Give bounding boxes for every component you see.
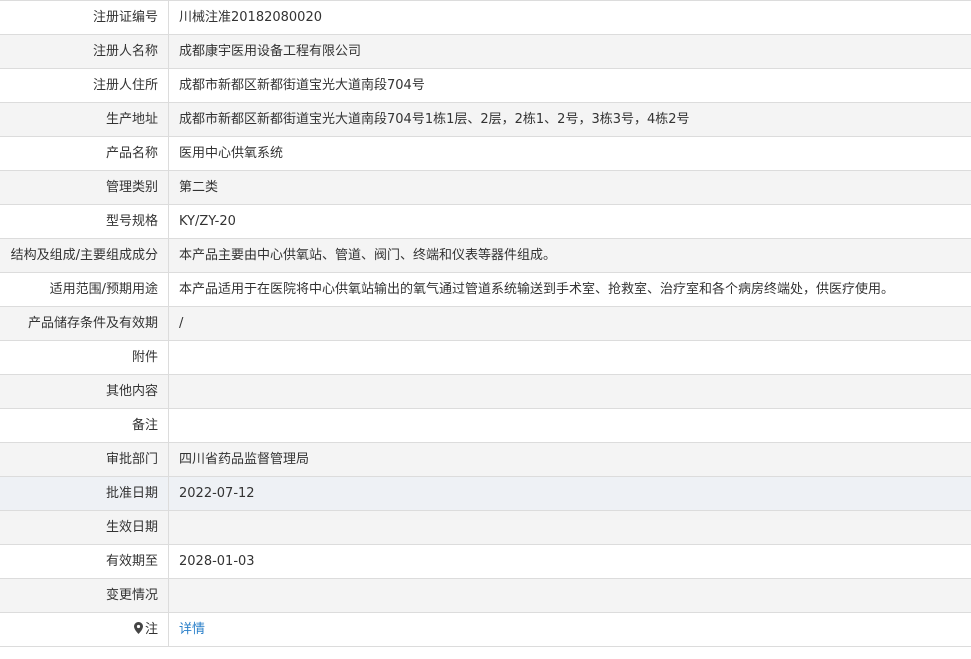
row-label: 管理类别 — [105, 180, 158, 195]
row-value: 医用中心供氧系统 — [179, 146, 284, 161]
row-value: 成都康宇医用设备工程有限公司 — [179, 44, 362, 59]
location-pin-icon — [133, 622, 143, 634]
row-label: 变更情况 — [105, 588, 158, 603]
row-label: 批准日期 — [105, 486, 158, 501]
row-registrant-address: 注册人住所 成都市新都区新都街道宝光大道南段704号 — [0, 69, 971, 103]
row-value — [169, 375, 971, 408]
row-label: 适用范围/预期用途 — [49, 282, 158, 297]
row-label: 审批部门 — [105, 452, 158, 467]
row-value: 成都市新都区新都街道宝光大道南段704号1栋1层、2层，2栋1、2号，3栋3号，… — [179, 112, 690, 127]
row-value: 四川省药品监督管理局 — [179, 452, 310, 467]
row-attachment: 附件 — [0, 341, 971, 375]
row-value — [169, 341, 971, 374]
row-value: 第二类 — [179, 180, 219, 195]
row-label: 产品储存条件及有效期 — [27, 316, 158, 331]
row-label: 注 — [0, 613, 168, 646]
row-label: 有效期至 — [105, 554, 158, 569]
row-effective-date: 生效日期 — [0, 511, 971, 545]
row-approval-date: 批准日期 2022-07-12 — [0, 477, 971, 511]
row-registrant-name: 注册人名称 成都康宇医用设备工程有限公司 — [0, 35, 971, 69]
registration-detail-table: 注册证编号 川械注准20182080020 注册人名称 成都康宇医用设备工程有限… — [0, 0, 971, 647]
row-intended-use: 适用范围/预期用途 本产品适用于在医院将中心供氧站输出的氧气通过管道系统输送到手… — [0, 273, 971, 307]
row-value: 本产品适用于在医院将中心供氧站输出的氧气通过管道系统输送到手术室、抢救室、治疗室… — [179, 282, 895, 297]
row-other-content: 其他内容 — [0, 375, 971, 409]
row-production-address: 生产地址 成都市新都区新都街道宝光大道南段704号1栋1层、2层，2栋1、2号，… — [0, 103, 971, 137]
row-model-spec: 型号规格 KY/ZY-20 — [0, 205, 971, 239]
row-remarks: 备注 — [0, 409, 971, 443]
row-label: 注册人住所 — [92, 78, 158, 93]
row-label: 附件 — [131, 350, 158, 365]
row-management-category: 管理类别 第二类 — [0, 171, 971, 205]
note-label: 注 — [144, 622, 158, 637]
row-approval-department: 审批部门 四川省药品监督管理局 — [0, 443, 971, 477]
row-value: 2028-01-03 — [179, 554, 255, 569]
row-registration-number: 注册证编号 川械注准20182080020 — [0, 1, 971, 35]
row-label: 注册证编号 — [92, 10, 158, 25]
row-value: 详情 — [169, 613, 971, 646]
row-value — [169, 579, 971, 612]
row-value: 成都市新都区新都街道宝光大道南段704号 — [179, 78, 425, 93]
row-value: / — [179, 316, 184, 331]
row-storage-validity: 产品储存条件及有效期 / — [0, 307, 971, 341]
row-label: 其他内容 — [105, 384, 158, 399]
row-note: 注 详情 — [0, 613, 971, 647]
row-value: 2022-07-12 — [179, 486, 255, 501]
row-value: KY/ZY-20 — [179, 214, 236, 229]
row-product-name: 产品名称 医用中心供氧系统 — [0, 137, 971, 171]
row-label: 型号规格 — [105, 214, 158, 229]
details-link[interactable]: 详情 — [179, 622, 205, 637]
row-structure-composition: 结构及组成/主要组成成分 本产品主要由中心供氧站、管道、阀门、终端和仪表等器件组… — [0, 239, 971, 273]
row-label: 结构及组成/主要组成成分 — [10, 248, 158, 263]
row-label: 注册人名称 — [92, 44, 158, 59]
row-label: 备注 — [131, 418, 158, 433]
row-value — [169, 409, 971, 442]
row-label: 生效日期 — [105, 520, 158, 535]
row-valid-until: 有效期至 2028-01-03 — [0, 545, 971, 579]
row-label: 产品名称 — [105, 146, 158, 161]
row-value: 本产品主要由中心供氧站、管道、阀门、终端和仪表等器件组成。 — [179, 248, 557, 263]
row-change-status: 变更情况 — [0, 579, 971, 613]
row-label: 生产地址 — [105, 112, 158, 127]
row-value: 川械注准20182080020 — [179, 10, 322, 25]
row-value — [169, 511, 971, 544]
